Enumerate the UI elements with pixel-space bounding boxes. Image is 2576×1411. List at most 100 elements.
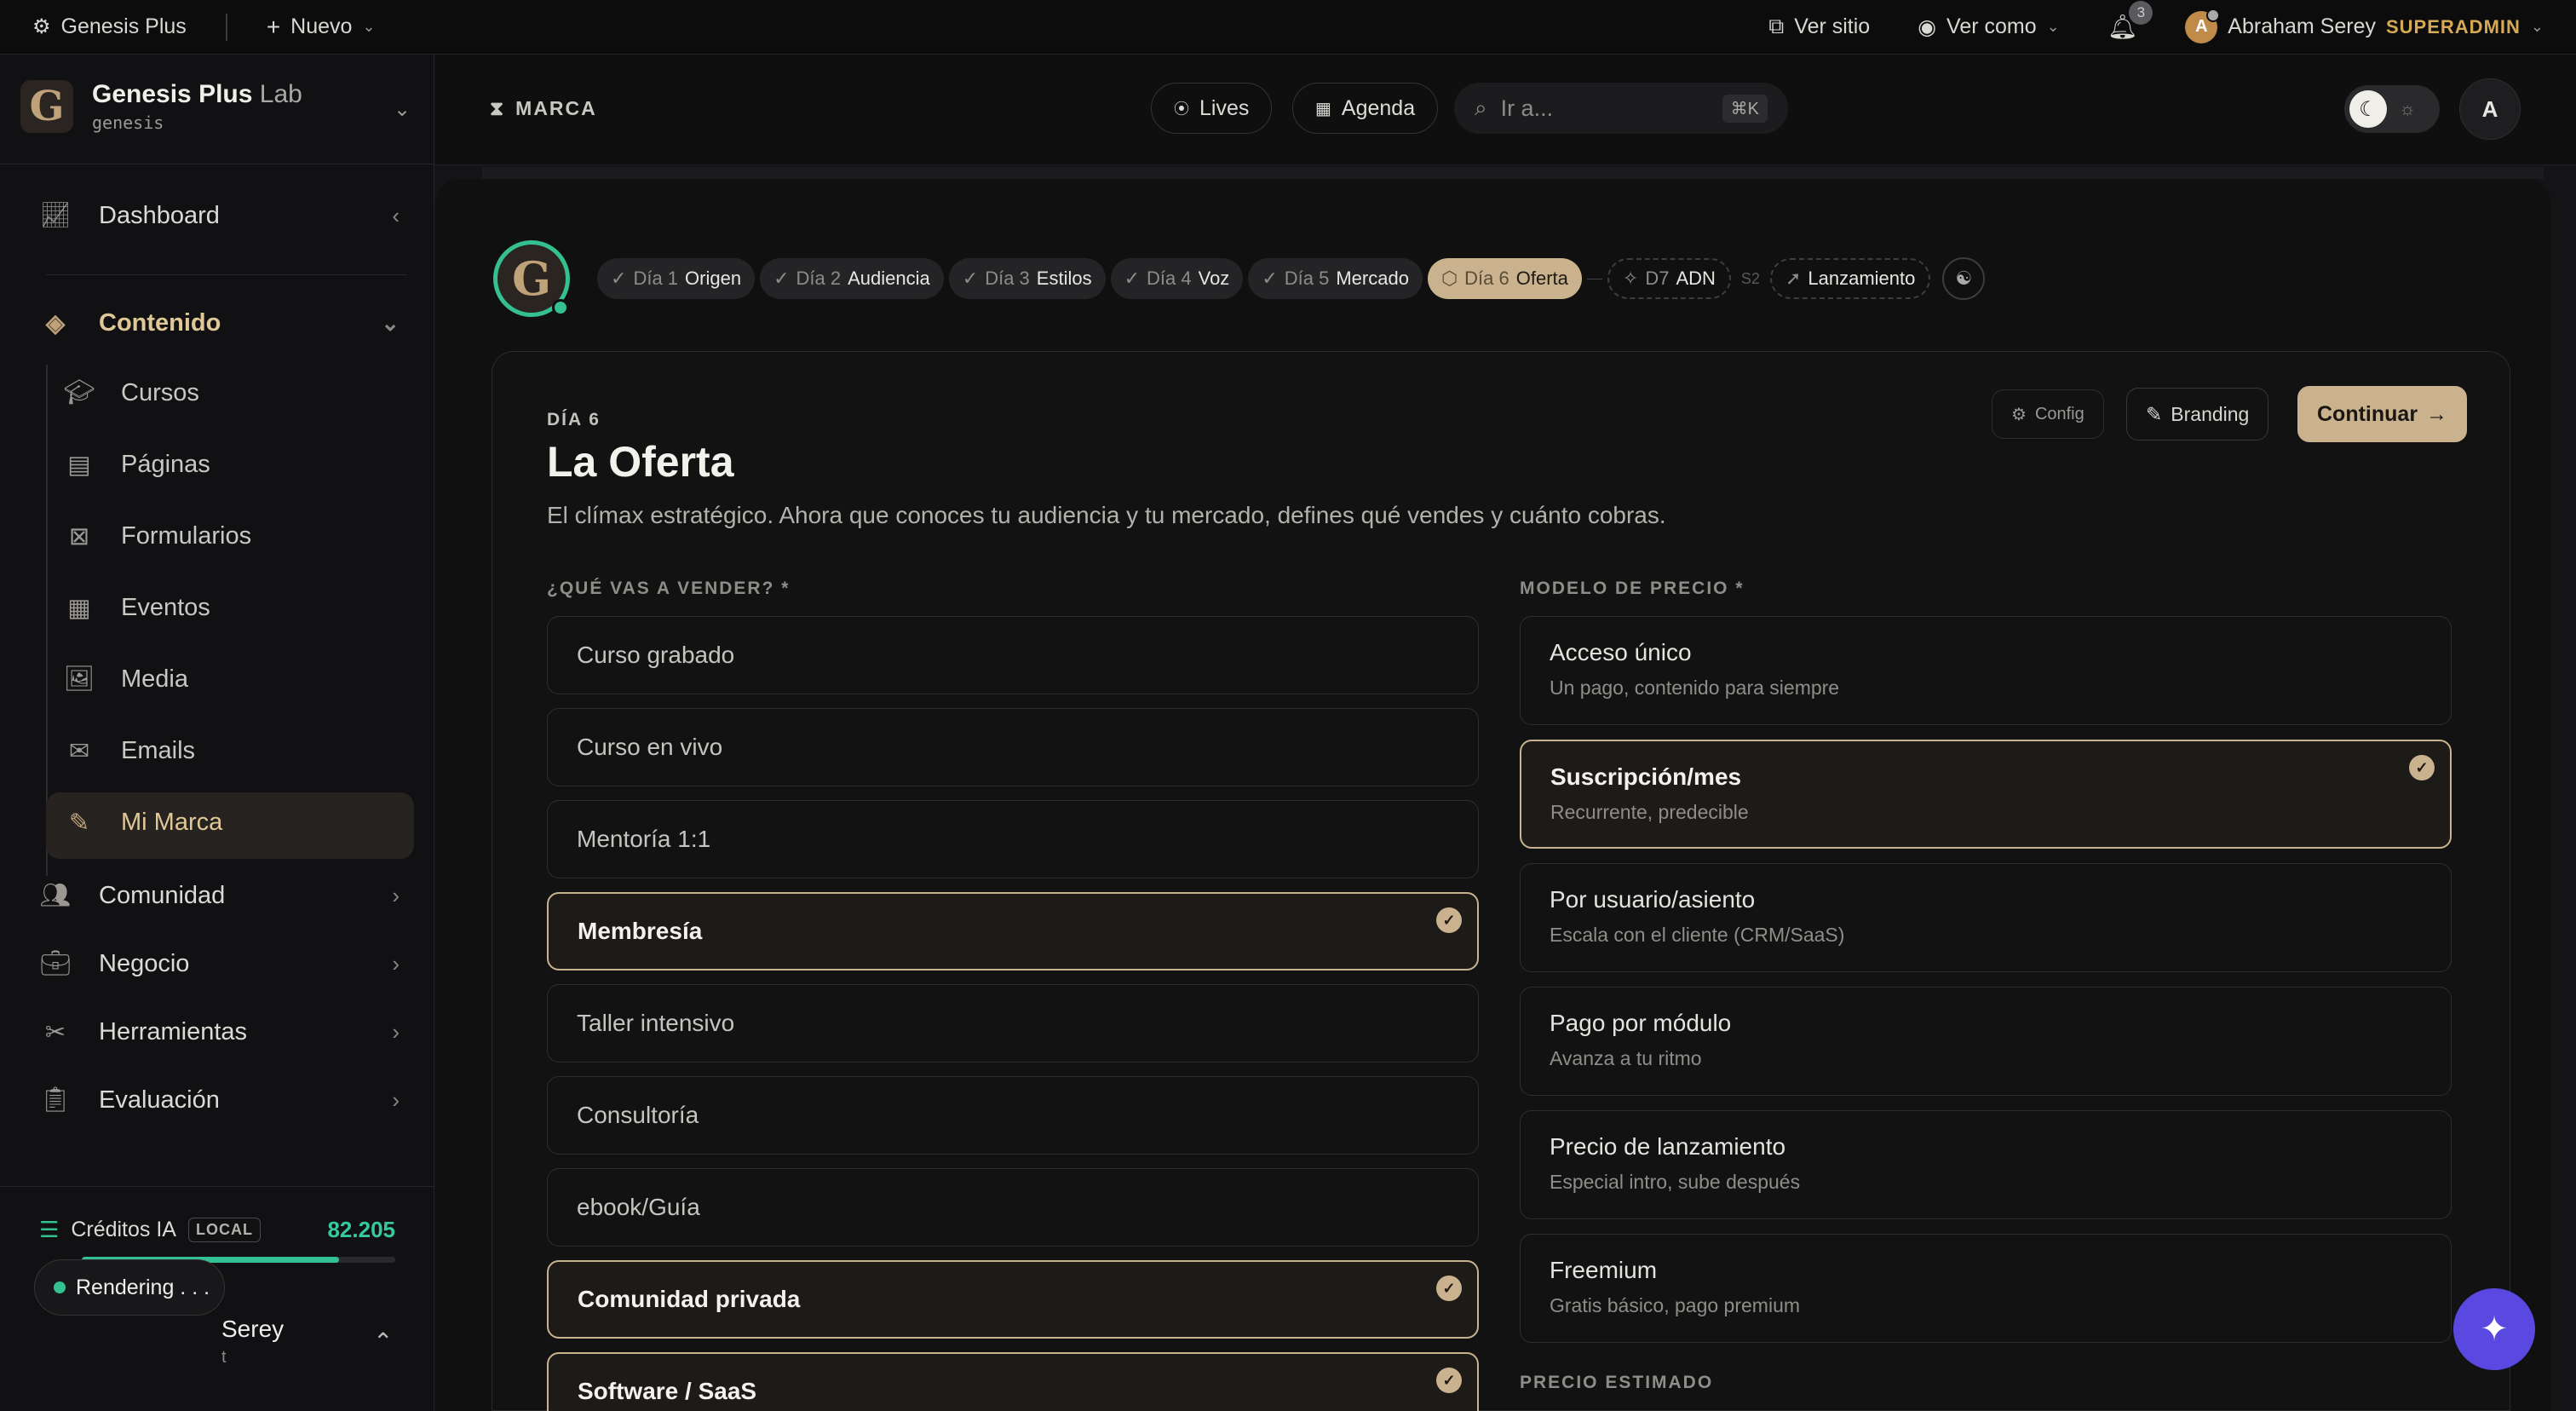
pricing-option[interactable]: Freemium Gratis básico, pago premium <box>1520 1234 2452 1343</box>
agenda-button[interactable]: ▦ Agenda <box>1292 83 1439 134</box>
coins-icon: ☰ <box>39 1217 60 1242</box>
sidebar-item-herramientas[interactable]: ✂ Herramientas › <box>41 1017 400 1046</box>
chevron-right-icon: › <box>392 1018 400 1045</box>
brush-icon: ✎ <box>2146 402 2163 425</box>
form-icon: ⊠ <box>68 522 90 550</box>
product-option[interactable]: Comunidad privada ✓ <box>547 1260 1479 1339</box>
pricing-option-title: Por usuario/asiento <box>1550 886 1756 913</box>
pricing-option-desc: Avanza a tu ritmo <box>1550 1047 1702 1069</box>
offer-card: DÍA 6 La Oferta El clímax estratégico. A… <box>492 351 2510 1411</box>
new-button[interactable]: + Nuevo ⌄ <box>267 14 376 41</box>
pricing-option-desc: Escala con el cliente (CRM/SaaS) <box>1550 924 1845 946</box>
chevron-up-icon[interactable]: ⌃ <box>373 1327 393 1356</box>
calendar-icon: ▦ <box>67 594 91 622</box>
sidebar-item-comunidad[interactable]: 👥︎ Comunidad › <box>40 881 400 910</box>
product-option-label: Software / SaaS <box>578 1378 757 1404</box>
search-placeholder: Ir a... <box>1500 95 1554 121</box>
branding-label: Branding <box>2171 402 2250 425</box>
sidebar-item-cursos[interactable]: 🎓︎ Cursos <box>64 378 199 407</box>
step-day-3[interactable]: ✓ Día 3 Estilos <box>948 258 1106 299</box>
estimated-price-label: PRECIO ESTIMADO <box>1520 1373 1714 1392</box>
user-menu[interactable]: A Abraham Serey SUPERADMIN ⌄ <box>2185 8 2544 43</box>
user-name: Abraham Serey <box>2228 14 2376 38</box>
app-logo-icon: ⚙ <box>32 15 51 38</box>
product-option[interactable]: Taller intensivo <box>547 984 1479 1063</box>
pricing-option[interactable]: Acceso único Un pago, contenido para siem… <box>1520 616 2452 725</box>
ai-assistant-button[interactable]: ✦ <box>2453 1288 2535 1370</box>
avatar: A <box>2185 8 2221 43</box>
plus-icon: + <box>266 13 281 40</box>
sidebar-item-dashboard[interactable]: 📈︎ Dashboard ‹ <box>39 201 400 230</box>
sidebar-item-negocio[interactable]: 💼︎ Negocio › <box>39 949 400 978</box>
sidebar-item-emails[interactable]: ✉ Emails <box>65 736 195 765</box>
step-name: Lanzamiento <box>1808 268 1916 289</box>
sidebar-item-media[interactable]: 🖼︎ Media <box>64 665 188 694</box>
sidebar-item-label: Mi Marca <box>121 808 223 836</box>
pricing-option[interactable]: Por usuario/asiento Escala con el cliente… <box>1520 863 2452 972</box>
sidebar-item-formularios[interactable]: ⊠ Formularios <box>65 521 251 550</box>
sparkle-icon: ✦ <box>2480 1310 2509 1348</box>
avatar[interactable]: A <box>2459 78 2521 140</box>
sidebar-item-evaluacion[interactable]: 📋︎ Evaluación › <box>40 1086 400 1114</box>
product-option-label: Curso en vivo <box>577 734 723 760</box>
sidebar-item-eventos[interactable]: ▦ Eventos <box>65 593 210 622</box>
workspace-switcher[interactable]: G Genesis Plus Lab genesis <box>20 80 302 133</box>
theme-toggle[interactable]: ☾ ☼ <box>2344 85 2440 133</box>
branding-button[interactable]: ✎ Branding <box>2126 388 2269 441</box>
page-title: La Oferta <box>547 438 734 486</box>
check-icon: ✓ <box>1436 1276 1462 1301</box>
product-option[interactable]: Curso grabado <box>547 616 1479 694</box>
step-day-4[interactable]: ✓ Día 4 Voz <box>1110 258 1244 299</box>
rocket-icon: ➚ <box>1785 268 1802 289</box>
product-option[interactable]: ebook/Guía <box>547 1168 1479 1247</box>
notification-count: 3 <box>2129 1 2153 25</box>
search-input[interactable]: ⌕ Ir a... ⌘K <box>1454 83 1788 134</box>
local-badge: LOCAL <box>187 1218 261 1242</box>
sidebar-item-label: Evaluación <box>99 1086 220 1114</box>
lives-button[interactable]: ⦿ Lives <box>1151 83 1273 134</box>
box-icon: ⬡ <box>1440 268 1458 289</box>
continue-label: Continuar <box>2317 401 2418 426</box>
view-as-dropdown[interactable]: ◉ Ver como ⌄ <box>1918 14 2060 40</box>
sidebar-item-label: Dashboard <box>99 201 220 229</box>
config-button[interactable]: ⚙ Config <box>1992 389 2104 439</box>
gear-icon: ⚙ <box>2011 405 2027 424</box>
product-option[interactable]: Mentoría 1:1 <box>547 800 1479 878</box>
sidebar-item-mi-marca[interactable]: ✎ Mi Marca <box>65 808 222 837</box>
notifications-button[interactable]: 🔔︎ 3 <box>2107 1 2153 41</box>
continue-button[interactable]: Continuar → <box>2297 386 2468 442</box>
step-name: Voz <box>1198 268 1230 289</box>
product-option[interactable]: Membresía ✓ <box>547 892 1479 970</box>
pricing-option[interactable]: Suscripción/mes Recurrente, predecible ✓ <box>1520 740 2452 849</box>
sidebar-item-content[interactable]: ◈ Contenido ⌄ <box>41 308 400 337</box>
brain-button[interactable]: ☯ <box>1942 257 1986 300</box>
step-day: Día 3 <box>985 268 1030 289</box>
step-day: Día 4 <box>1147 268 1192 289</box>
app-name: Genesis Plus <box>60 14 187 38</box>
product-option[interactable]: Curso en vivo <box>547 708 1479 786</box>
chart-line-icon: 📈︎ <box>39 202 72 229</box>
product-option[interactable]: Consultoría <box>547 1076 1479 1155</box>
step-day-6[interactable]: ⬡ Día 6 Oferta <box>1427 258 1582 299</box>
product-option-label: ebook/Guía <box>577 1194 700 1220</box>
briefcase-icon: 💼︎ <box>39 950 72 977</box>
step-day-1[interactable]: ✓ Día 1 Origen <box>597 258 756 299</box>
pricing-option[interactable]: Precio de lanzamiento Especial intro, sub… <box>1520 1110 2452 1219</box>
product-option[interactable]: Software / SaaS ✓ <box>547 1352 1479 1411</box>
step-d7[interactable]: ✧ D7 ADN <box>1607 258 1731 299</box>
step-day-2[interactable]: ✓ Día 2 Audiencia <box>760 258 944 299</box>
pricing-option-title: Freemium <box>1550 1257 1658 1283</box>
chevron-right-icon: › <box>392 950 400 976</box>
page-subtitle: El clímax estratégico. Ahora que conoces… <box>547 502 1666 528</box>
pricing-option[interactable]: Pago por módulo Avanza a tu ritmo <box>1520 987 2452 1096</box>
sidebar-item-paginas[interactable]: ▤ Páginas <box>65 450 210 479</box>
stage-label: S2 <box>1740 269 1760 287</box>
view-site-link[interactable]: ⧉ Ver sitio <box>1768 14 1870 39</box>
chevron-down-icon[interactable]: ⌄ <box>394 97 411 122</box>
check-icon: ✓ <box>1262 268 1278 289</box>
sidebar-item-label: Negocio <box>99 949 190 977</box>
app-switcher[interactable]: ⚙ Genesis Plus <box>32 14 187 39</box>
step-launch[interactable]: ➚ Lanzamiento <box>1769 258 1931 299</box>
step-day-5[interactable]: ✓ Día 5 Mercado <box>1248 258 1423 299</box>
sidebar-item-label: Páginas <box>121 450 210 478</box>
